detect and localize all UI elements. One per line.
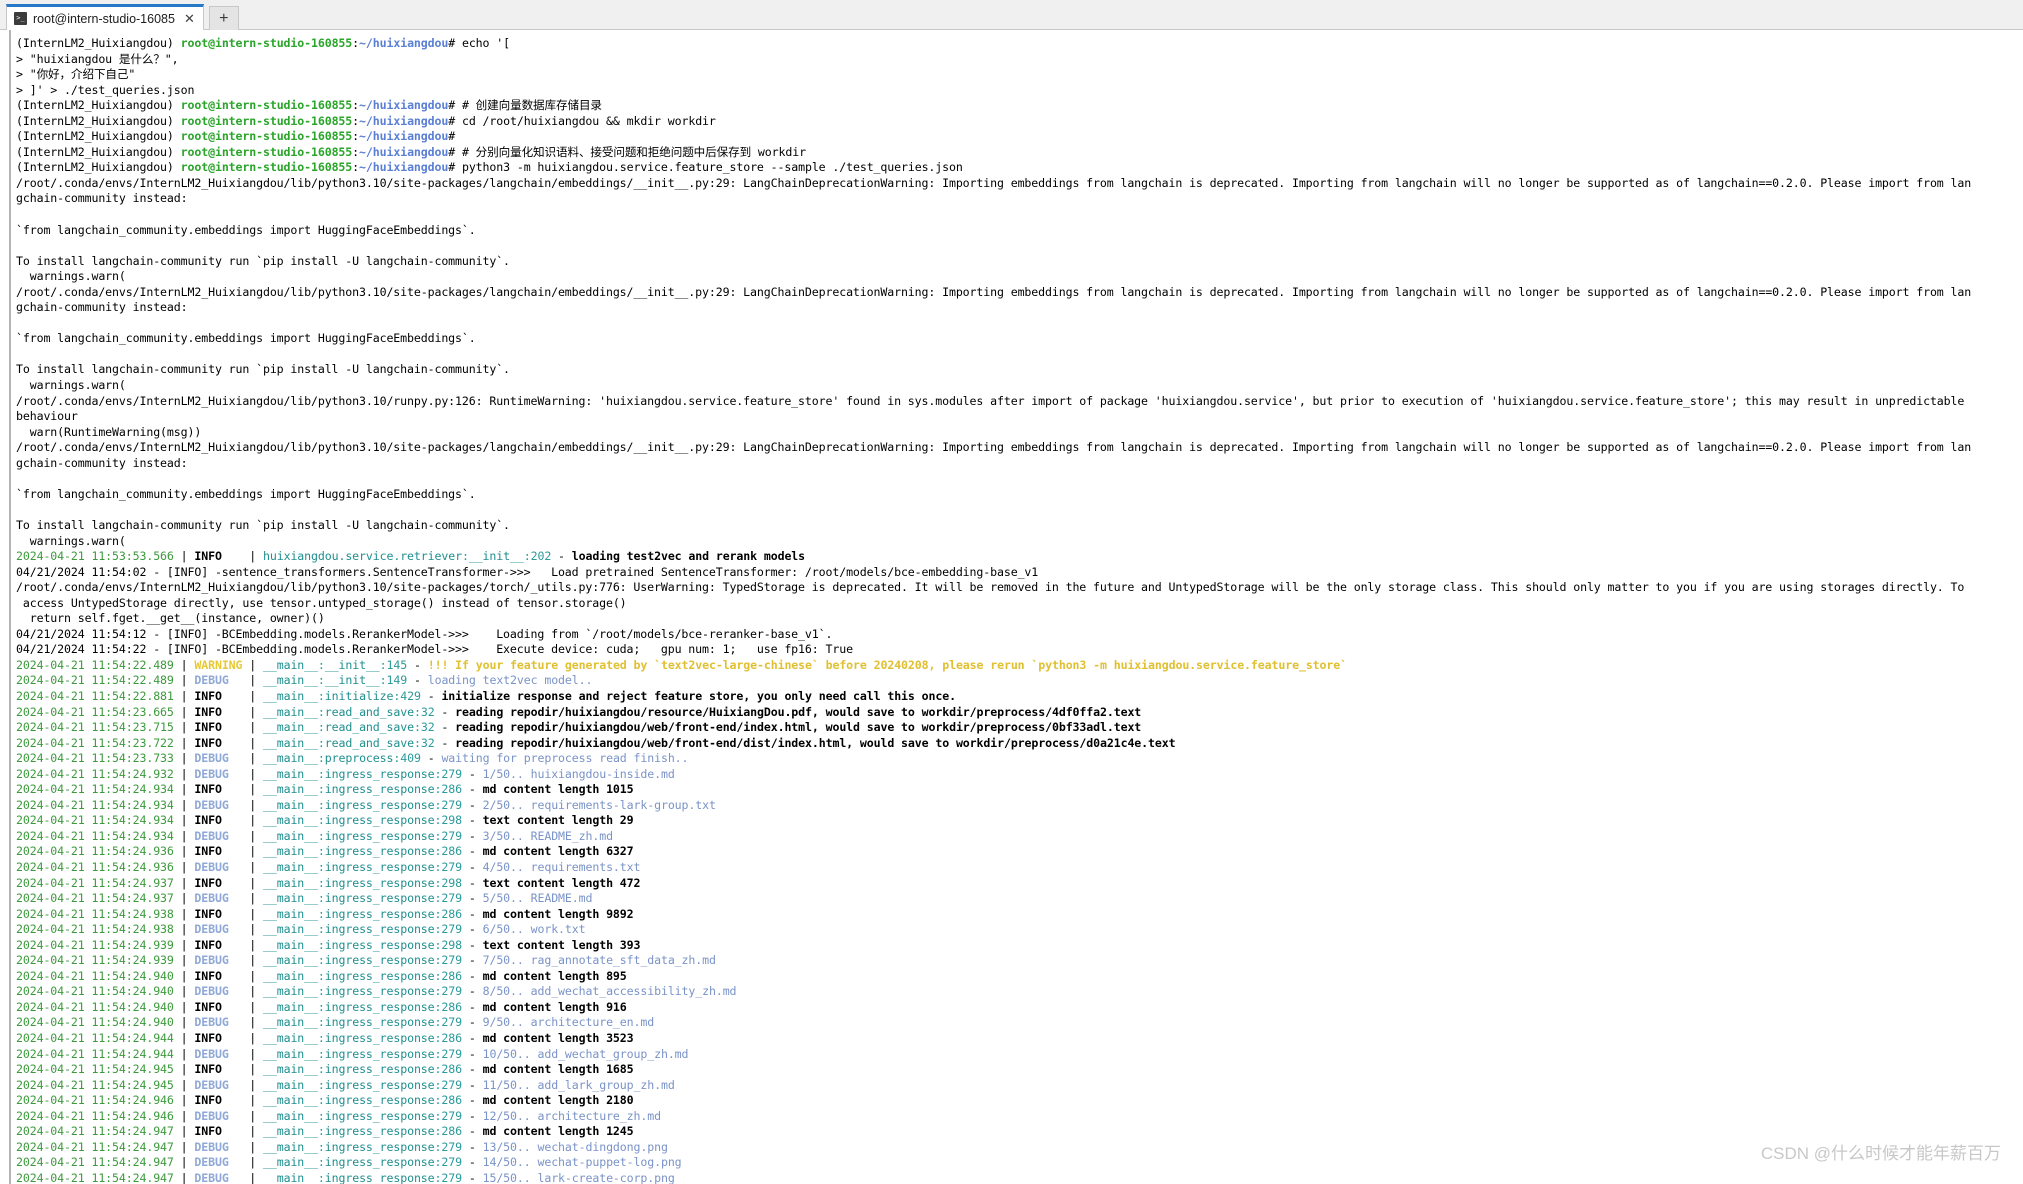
terminal-text-line: To install langchain-community run `pip … [16,517,510,532]
terminal-log-line: 2024-04-21 11:54:24.947 | DEBUG | __main… [16,1170,675,1184]
terminal-log-line: 2024-04-21 11:54:24.934 | INFO | __main_… [16,782,634,797]
terminal-prompt-line: (InternLM2_Huixiangdou) root@intern-stud… [16,129,456,144]
terminal-text-line: warnings.warn( [16,378,126,393]
terminal-text-line: `from langchain_community.embeddings imp… [16,331,476,346]
terminal-text-line: > "huixiangdou 是什么？", [16,51,179,66]
terminal-log-line: 2024-04-21 11:54:23.722 | INFO | __main_… [16,735,1176,750]
terminal-prompt-line: (InternLM2_Huixiangdou) root@intern-stud… [16,36,510,50]
terminal-text-line [16,207,2023,223]
terminal-text-line: /root/.conda/envs/InternLM2_Huixiangdou/… [16,393,1965,408]
terminal-text-line [16,471,2023,487]
terminal-text-line [16,316,2023,332]
terminal-output[interactable]: (InternLM2_Huixiangdou) root@intern-stud… [11,30,2023,1184]
terminal-log-line: 2024-04-21 11:54:22.489 | DEBUG | __main… [16,673,593,688]
terminal-log-line: 2024-04-21 11:54:22.881 | INFO | __main_… [16,688,956,703]
terminal-tab-title: root@intern-studio-16085 [33,11,175,26]
terminal-text-line: /root/.conda/envs/InternLM2_Huixiangdou/… [16,440,1972,455]
terminal-log-line: 2024-04-21 11:54:23.715 | INFO | __main_… [16,720,1142,735]
terminal-log-line: 2024-04-21 11:54:24.940 | DEBUG | __main… [16,1015,655,1030]
terminal-text-line: `from langchain_community.embeddings imp… [16,222,476,237]
terminal-text-line: gchain-community instead: [16,455,188,470]
terminal-log-line: 2024-04-21 11:54:24.934 | INFO | __main_… [16,813,634,828]
terminal-log-line: 2024-04-21 11:54:23.665 | INFO | __main_… [16,704,1142,719]
terminal-log-line: 2024-04-21 11:54:24.937 | INFO | __main_… [16,875,641,890]
terminal-gutter [0,30,11,1184]
terminal-log-line: 2024-04-21 11:54:24.934 | DEBUG | __main… [16,797,716,812]
terminal-prompt-line: (InternLM2_Huixiangdou) root@intern-stud… [16,98,602,113]
terminal-text-line: `from langchain_community.embeddings imp… [16,486,476,501]
terminal-log-line: 2024-04-21 11:54:24.944 | DEBUG | __main… [16,1046,689,1061]
terminal-text-line [16,502,2023,518]
terminal-text-line: 04/21/2024 11:54:12 - [INFO] -BCEmbeddin… [16,626,833,641]
terminal-log-line: 2024-04-21 11:54:24.932 | DEBUG | __main… [16,766,675,781]
terminal-log-line: 2024-04-21 11:54:24.940 | INFO | __main_… [16,968,627,983]
terminal-prompt-line: (InternLM2_Huixiangdou) root@intern-stud… [16,160,963,175]
close-icon[interactable]: ✕ [184,11,195,27]
terminal-text-line: access UntypedStorage directly, use tens… [16,595,627,610]
terminal-log-line: 2024-04-21 11:54:24.939 | INFO | __main_… [16,937,641,952]
terminal-tab[interactable]: >_ root@intern-studio-16085 ✕ [6,4,204,30]
terminal-text-line: /root/.conda/envs/InternLM2_Huixiangdou/… [16,175,1972,190]
terminal-log-line: 2024-04-21 11:53:53.566 | INFO | huixian… [16,549,806,564]
terminal-log-line: 2024-04-21 11:54:24.934 | DEBUG | __main… [16,828,613,843]
terminal-log-line: 2024-04-21 11:54:24.945 | DEBUG | __main… [16,1077,675,1092]
terminal-text-line: To install langchain-community run `pip … [16,362,510,377]
terminal-log-line: 2024-04-21 11:54:24.947 | DEBUG | __main… [16,1139,668,1154]
terminal-log-line: 2024-04-21 11:54:24.940 | DEBUG | __main… [16,984,737,999]
terminal-text-line: gchain-community instead: [16,300,188,315]
terminal-text-line [16,238,2023,254]
terminal-log-line: 2024-04-21 11:54:24.940 | INFO | __main_… [16,999,627,1014]
terminal-log-line: 2024-04-21 11:54:24.946 | DEBUG | __main… [16,1108,661,1123]
terminal-text-line: gchain-community instead: [16,191,188,206]
new-tab-button[interactable]: + [208,6,239,30]
terminal-text-line: > ]' > ./test_queries.json [16,82,195,97]
terminal-log-line: 2024-04-21 11:54:24.944 | INFO | __main_… [16,1031,634,1045]
terminal-log-line: 2024-04-21 11:54:24.947 | INFO | __main_… [16,1124,634,1139]
terminal-log-line: 2024-04-21 11:54:24.946 | INFO | __main_… [16,1093,634,1108]
terminal-text-line: /root/.conda/envs/InternLM2_Huixiangdou/… [16,284,1972,299]
terminal-log-line: 2024-04-21 11:54:24.939 | DEBUG | __main… [16,953,716,968]
terminal-text-line: To install langchain-community run `pip … [16,253,510,268]
terminal-log-line: 2024-04-21 11:54:24.947 | DEBUG | __main… [16,1155,682,1170]
terminal-text-line: warnings.warn( [16,269,126,284]
terminal-log-line: 2024-04-21 11:54:24.936 | INFO | __main_… [16,844,634,859]
terminal-text-line: > "你好，介绍下自己" [16,67,136,82]
terminal-log-line: 2024-04-21 11:54:24.945 | INFO | __main_… [16,1062,634,1077]
terminal-log-line: 2024-04-21 11:54:23.733 | DEBUG | __main… [16,751,689,766]
terminal-log-line: 2024-04-21 11:54:24.937 | DEBUG | __main… [16,891,593,906]
terminal-text-line: warnings.warn( [16,533,126,548]
terminal-prompt-line: (InternLM2_Huixiangdou) root@intern-stud… [16,144,806,159]
terminal-text-line: 04/21/2024 11:54:22 - [INFO] -BCEmbeddin… [16,642,853,657]
terminal-window: (InternLM2_Huixiangdou) root@intern-stud… [0,30,2023,1184]
terminal-tab-bar: >_ root@intern-studio-16085 ✕ + [0,0,2023,30]
terminal-log-line: 2024-04-21 11:54:24.938 | DEBUG | __main… [16,922,586,937]
terminal-text-line [16,347,2023,363]
terminal-text-line: warn(RuntimeWarning(msg)) [16,424,202,439]
terminal-text-line: 04/21/2024 11:54:02 - [INFO] -sentence_t… [16,564,1039,579]
terminal-log-line: 2024-04-21 11:54:24.936 | DEBUG | __main… [16,859,641,874]
terminal-icon: >_ [14,12,27,25]
terminal-log-line: 2024-04-21 11:54:22.489 | WARNING | __ma… [16,657,1347,672]
terminal-text-line: return self.fget.__get__(instance, owner… [16,611,325,626]
terminal-prompt-line: (InternLM2_Huixiangdou) root@intern-stud… [16,113,716,128]
terminal-text-line: /root/.conda/envs/InternLM2_Huixiangdou/… [16,580,1965,595]
terminal-log-line: 2024-04-21 11:54:24.938 | INFO | __main_… [16,906,634,921]
terminal-text-line: behaviour [16,409,78,424]
